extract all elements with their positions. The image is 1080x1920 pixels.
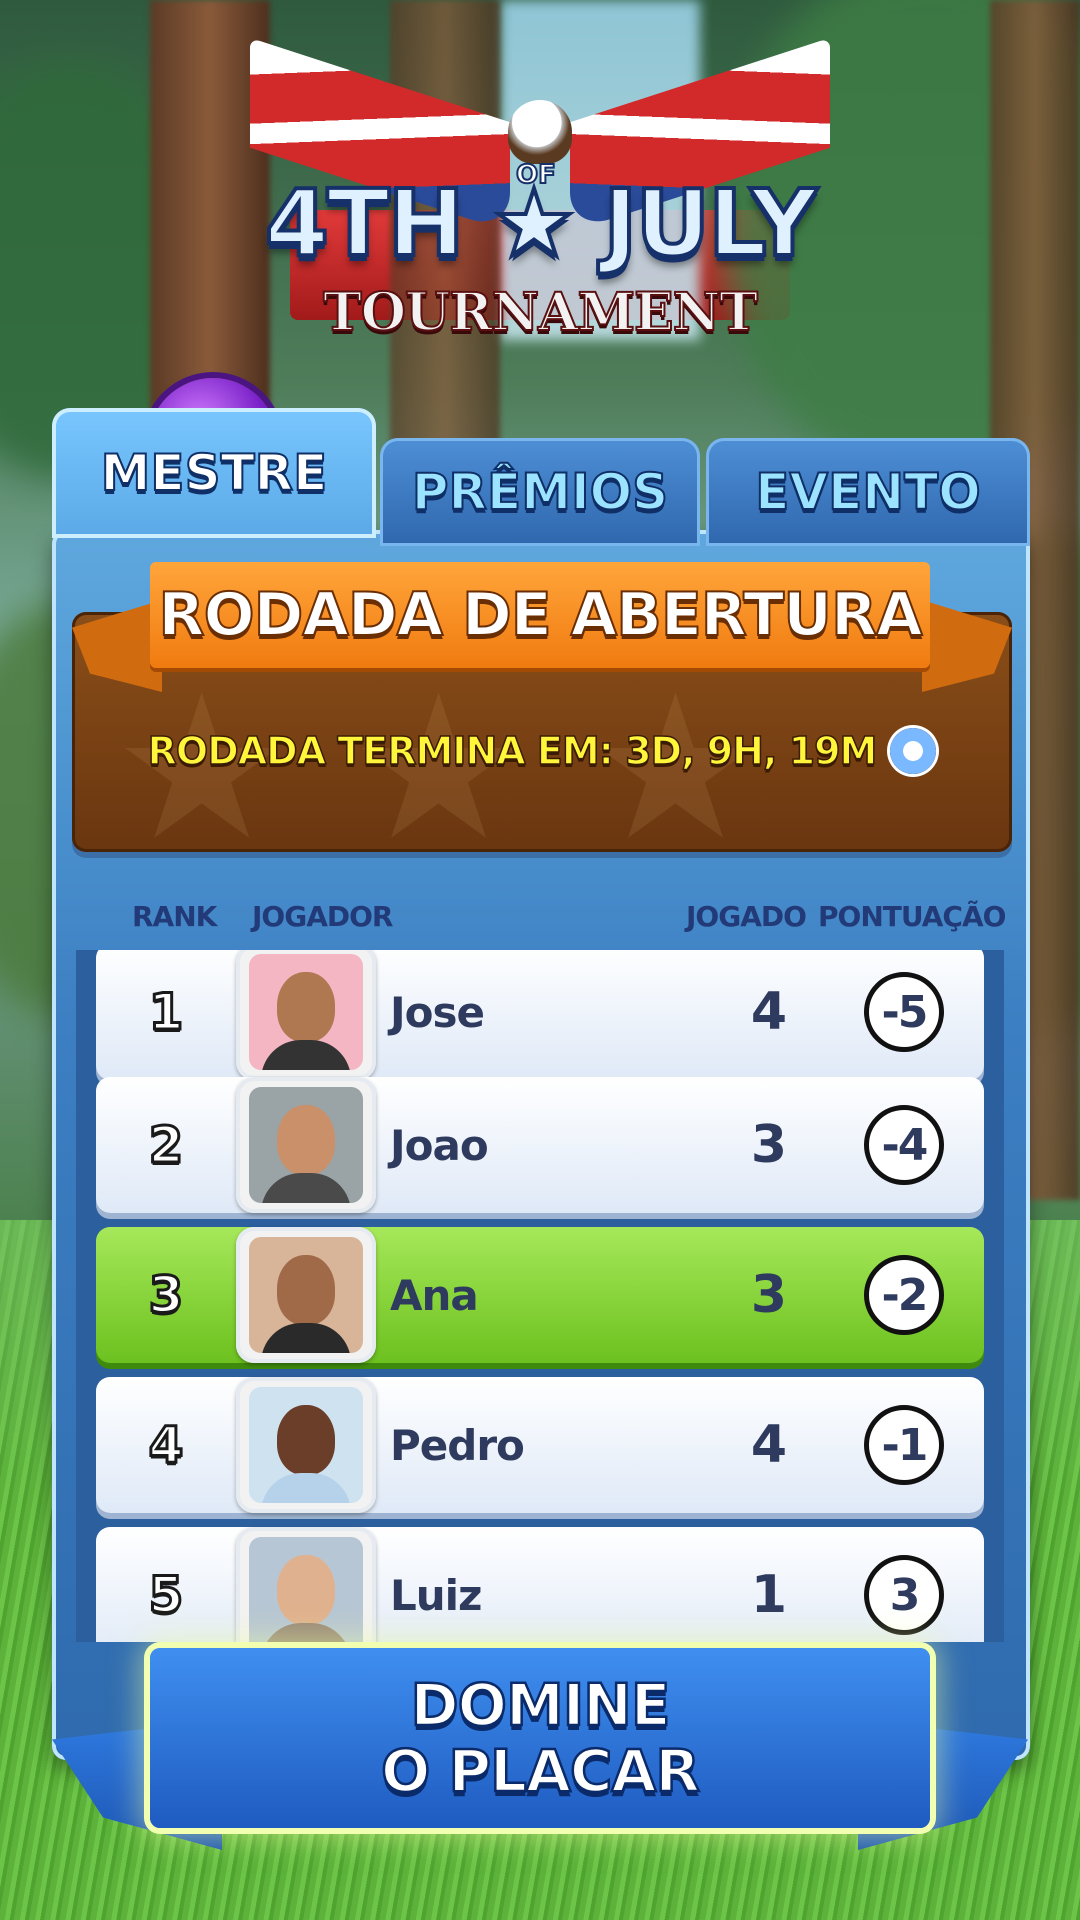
row-score: -2 (864, 1255, 944, 1335)
round-title: RODADA DE ABERTURA (150, 562, 930, 668)
row-rank: 1 (147, 982, 185, 1043)
logo-of: OF (515, 159, 557, 191)
avatar (236, 1527, 376, 1642)
column-header-rank: RANK (132, 900, 217, 933)
tab-mestre-label: MESTRE (100, 443, 329, 503)
row-score: -4 (864, 1105, 944, 1185)
row-score: -1 (864, 1405, 944, 1485)
round-timer-label: RODADA TERMINA EM: 3D, 9H, 19M (147, 728, 878, 774)
row-player-name: Pedro (390, 1420, 525, 1470)
eagle-icon (508, 100, 572, 164)
cta-banner[interactable]: DOMINE O PLACAR (150, 1648, 930, 1828)
row-player-name: Joao (390, 1120, 489, 1170)
tab-mestre[interactable]: MESTRE (52, 408, 376, 538)
row-rank: 4 (147, 1415, 185, 1476)
cta-line-1: DOMINE (409, 1671, 671, 1739)
leaderboard-row[interactable]: 1 Jose 4 -5 (96, 950, 984, 1080)
tab-evento[interactable]: EVENTO (706, 438, 1030, 546)
row-played: 3 (750, 1115, 788, 1175)
tab-evento-label: EVENTO (754, 462, 981, 522)
column-header-player: JOGADOR (252, 900, 393, 933)
row-player-name: Ana (390, 1270, 479, 1320)
leaderboard-list[interactable]: 1 Jose 4 -5 2 Joao 3 -4 3 Ana 3 -2 4 Ped… (76, 950, 1004, 1642)
leaderboard-row[interactable]: 4 Pedro 4 -1 (96, 1377, 984, 1513)
row-rank: 3 (147, 1265, 185, 1326)
leaderboard-row[interactable]: 5 Luiz 1 3 (96, 1527, 984, 1642)
row-rank: 2 (147, 1115, 185, 1176)
avatar (236, 1377, 376, 1513)
leaderboard-row-current-player[interactable]: 3 Ana 3 -2 (96, 1227, 984, 1363)
tab-premios[interactable]: PRÊMIOS (380, 438, 700, 546)
column-header-played: JOGADO (686, 900, 807, 933)
logo-subtitle: TOURNAMENT (322, 281, 759, 344)
clock-icon (890, 728, 937, 774)
row-score: -5 (864, 972, 944, 1052)
row-player-name: Luiz (390, 1570, 483, 1620)
cta-line-2: O PLACAR (380, 1737, 701, 1805)
row-played: 4 (750, 1415, 788, 1475)
row-played: 4 (750, 982, 788, 1042)
leaderboard-row[interactable]: 2 Joao 3 -4 (96, 1077, 984, 1213)
row-played: 1 (750, 1565, 788, 1625)
row-score: 3 (864, 1555, 944, 1635)
tab-premios-label: PRÊMIOS (411, 462, 669, 522)
column-header-score: PONTUAÇÃO (818, 900, 1006, 933)
avatar (236, 1227, 376, 1363)
row-played: 3 (750, 1265, 788, 1325)
avatar (236, 1077, 376, 1213)
avatar (236, 950, 376, 1080)
row-rank: 5 (147, 1565, 185, 1626)
tournament-logo: 4TH ★ JULY OF TOURNAMENT (250, 37, 830, 360)
round-timer: RODADA TERMINA EM: 3D, 9H, 19M (72, 728, 1012, 774)
row-player-name: Jose (390, 987, 485, 1037)
